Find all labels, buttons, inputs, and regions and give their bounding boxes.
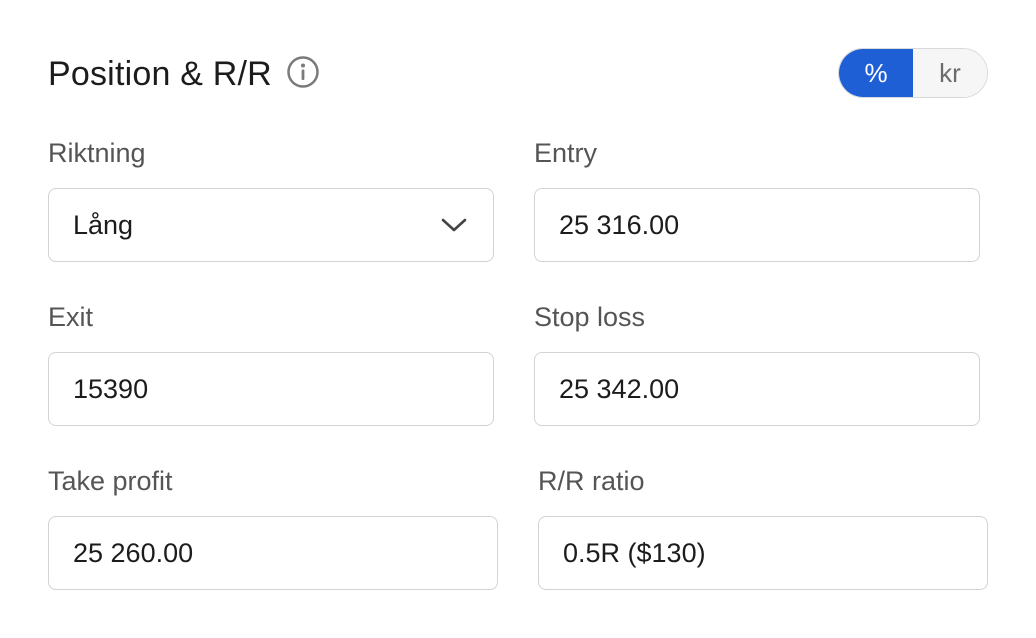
unit-toggle-kr[interactable]: kr bbox=[913, 49, 987, 97]
entry-input[interactable] bbox=[559, 209, 979, 241]
stop-loss-field-box bbox=[534, 352, 980, 426]
rr-ratio-field: 0.5R ($130) bbox=[538, 516, 988, 590]
take-profit-label: Take profit bbox=[48, 466, 173, 496]
exit-input[interactable] bbox=[73, 373, 493, 405]
exit-field-box bbox=[48, 352, 494, 426]
take-profit-field-box bbox=[48, 516, 498, 590]
chevron-down-icon bbox=[441, 218, 467, 232]
stop-loss-label: Stop loss bbox=[534, 302, 646, 332]
rr-ratio-value: 0.5R ($130) bbox=[563, 537, 706, 568]
stop-loss-input[interactable] bbox=[559, 373, 979, 405]
direction-label: Riktning bbox=[48, 138, 146, 168]
unit-toggle-percent[interactable]: % bbox=[839, 49, 913, 97]
direction-select[interactable]: Lång bbox=[48, 188, 494, 262]
info-icon[interactable] bbox=[286, 55, 320, 89]
unit-toggle: % kr bbox=[838, 48, 988, 98]
exit-label: Exit bbox=[48, 302, 94, 332]
position-rr-panel: Position & R/R % kr Riktning Lång Entry … bbox=[0, 0, 1036, 638]
panel-header: Position & R/R bbox=[48, 48, 320, 100]
panel-title: Position & R/R bbox=[48, 54, 272, 93]
take-profit-input[interactable] bbox=[73, 537, 497, 569]
direction-select-value: Lång bbox=[73, 209, 134, 240]
entry-label: Entry bbox=[534, 138, 598, 168]
rr-ratio-label: R/R ratio bbox=[538, 466, 645, 496]
entry-field-box bbox=[534, 188, 980, 262]
